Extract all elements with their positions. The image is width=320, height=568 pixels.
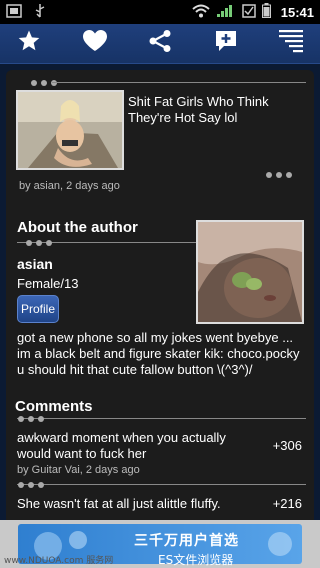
wifi-icon <box>192 4 210 21</box>
heart-icon <box>82 29 108 58</box>
comment-text[interactable]: She wasn't fat at all just alittle fluff… <box>17 496 257 512</box>
post-divider <box>52 82 306 83</box>
comment-1-dots <box>18 416 44 422</box>
checkbox-icon <box>242 3 256 21</box>
post-more-dots[interactable] <box>266 172 292 178</box>
author-gender-age: Female/13 <box>17 276 79 291</box>
share-button[interactable] <box>145 29 175 59</box>
author-avatar[interactable] <box>196 220 304 324</box>
comments-heading: Comments <box>15 398 93 415</box>
status-bar: 15:41 <box>0 0 320 24</box>
ad-headline: 三千万用户首选 <box>134 533 239 549</box>
ad-banner[interactable]: 三千万用户首选 ES文件浏览器 www.NDUOA.com 服务网 <box>0 520 320 568</box>
battery-icon <box>261 3 271 21</box>
content-card: Shit Fat Girls Who Think They're Hot Say… <box>6 70 314 528</box>
like-button[interactable] <box>80 29 110 59</box>
menu-button[interactable] <box>276 29 306 59</box>
usb-icon <box>34 3 46 22</box>
post-dots <box>31 80 57 86</box>
post-title[interactable]: Shit Fat Girls Who Think They're Hot Say… <box>128 94 308 126</box>
ad-subtitle: ES文件浏览器 <box>158 553 234 567</box>
post-thumbnail[interactable] <box>16 90 124 170</box>
author-name: asian <box>17 256 53 272</box>
profile-button[interactable]: Profile <box>17 295 59 323</box>
comment-text[interactable]: awkward moment when you actually would w… <box>17 430 257 462</box>
comment-score: +306 <box>272 438 302 453</box>
comment-score: +216 <box>272 496 302 511</box>
comment-meta: by Guitar Vai, 2 days ago <box>17 464 140 476</box>
add-comment-icon <box>214 29 238 58</box>
watermark-text: www.NDUOA.com 服务网 <box>4 556 114 566</box>
add-comment-button[interactable] <box>211 29 241 59</box>
post-meta: by asian, 2 days ago <box>19 180 120 192</box>
signal-icon <box>216 4 236 21</box>
status-time: 15:41 <box>280 4 314 20</box>
screenshot-icon <box>6 3 22 21</box>
about-author-heading: About the author <box>17 219 138 236</box>
favorite-button[interactable] <box>14 29 44 59</box>
menu-icon <box>278 29 304 58</box>
toolbar <box>0 24 320 64</box>
star-icon <box>17 29 41 58</box>
author-dots <box>26 240 52 246</box>
comment-2-divider <box>17 484 306 485</box>
share-icon <box>148 29 172 58</box>
comments-divider <box>17 418 306 419</box>
author-bio: got a new phone so all my jokes went bye… <box>17 330 300 377</box>
comment-2-dots <box>18 482 44 488</box>
